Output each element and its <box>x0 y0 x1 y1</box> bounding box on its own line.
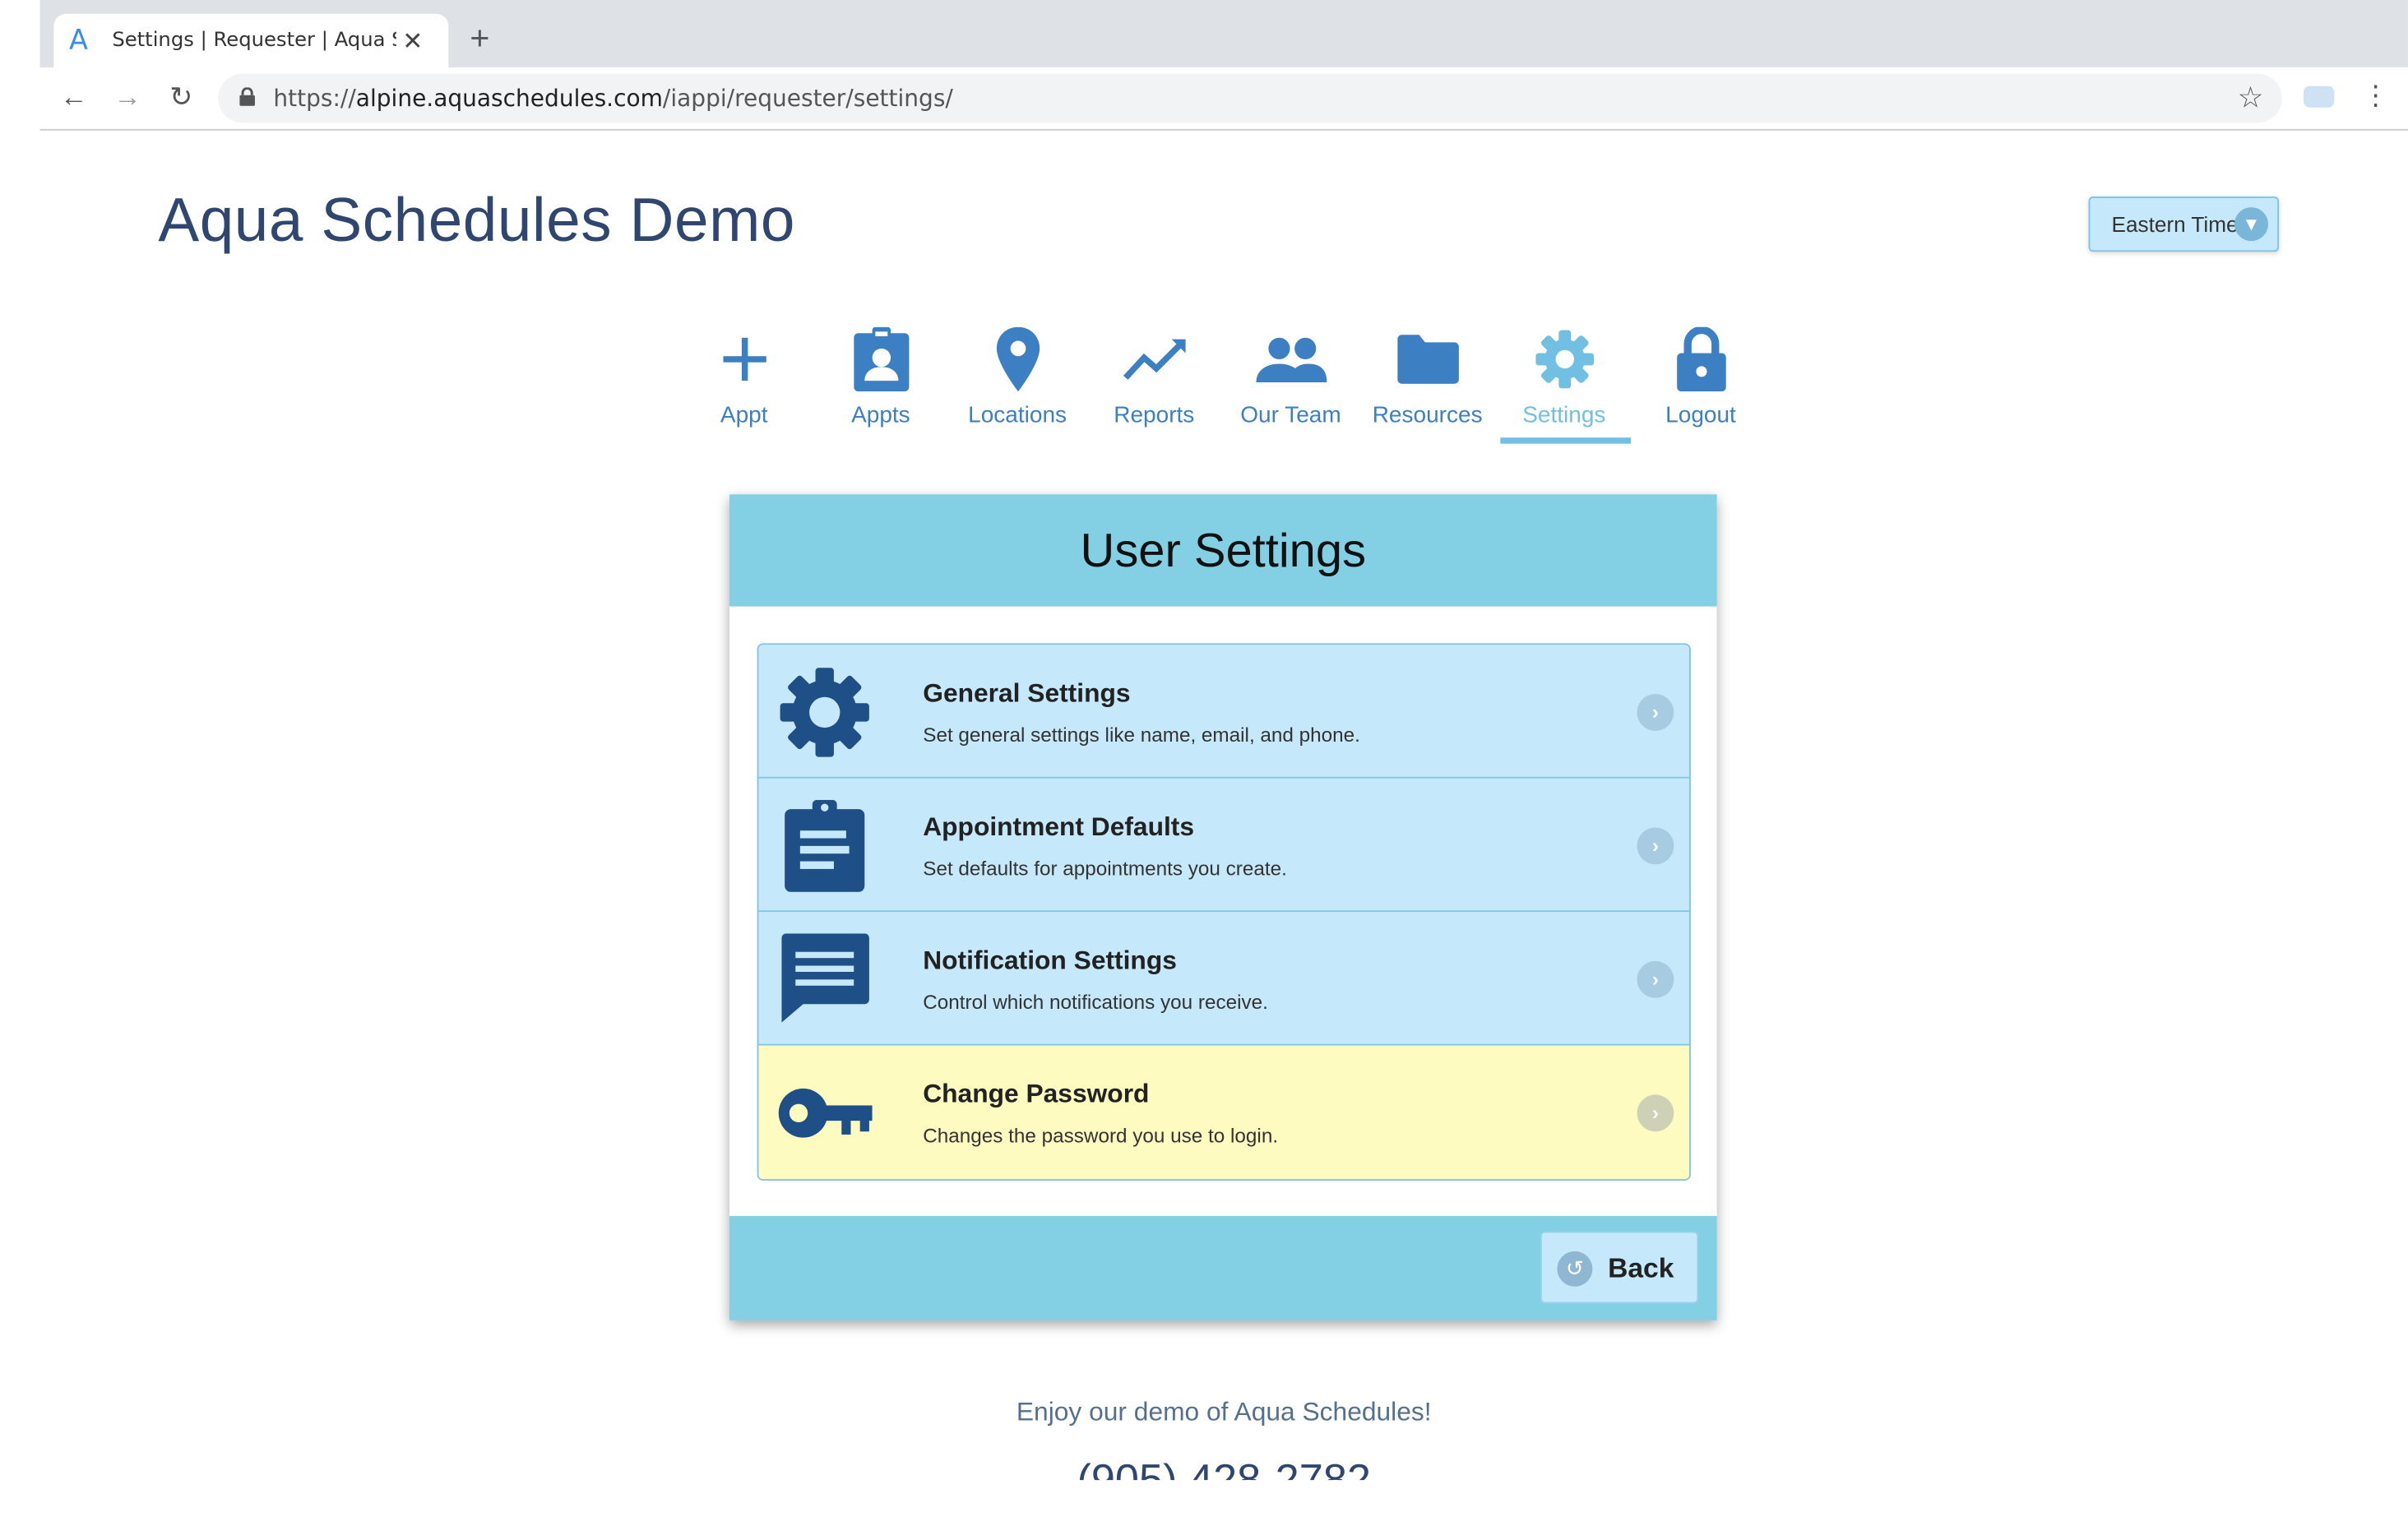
chevron-right-icon: › <box>1637 1094 1674 1132</box>
page-title: Aqua Schedules Demo <box>158 187 795 255</box>
url-host: alpine.aquaschedules.com <box>355 84 663 113</box>
nav-label: Appts <box>851 402 910 428</box>
nav-item-locations[interactable]: Locations <box>949 322 1086 428</box>
card-title: User Settings <box>1080 523 1367 578</box>
nav-label: Logout <box>1665 402 1736 428</box>
nav-item-settings[interactable]: Settings <box>1496 322 1632 428</box>
timezone-select[interactable]: Eastern Time ▼ <box>2088 197 2280 252</box>
row-title: General Settings <box>923 678 1131 708</box>
nav-label: Settings <box>1522 402 1606 428</box>
nav-label: Our Team <box>1240 402 1341 428</box>
badge-icon <box>813 322 949 396</box>
row-title: Change Password <box>923 1079 1150 1109</box>
general-settings-row[interactable]: General Settings Set general settings li… <box>758 645 1690 779</box>
address-bar[interactable]: https://alpine.aquaschedules.com/iappi/r… <box>218 73 2282 123</box>
chevron-right-icon: › <box>1637 960 1674 998</box>
people-icon <box>1222 322 1359 396</box>
user-settings-card: User Settings General Settings Set gener… <box>729 494 1717 1320</box>
nav-label: Resources <box>1372 402 1483 428</box>
folder-icon <box>1359 322 1496 396</box>
close-icon[interactable]: ✕ <box>402 25 423 56</box>
favicon-icon: A <box>69 23 89 57</box>
browser-toolbar: ← → ↻ https://alpine.aquaschedules.com/i… <box>39 67 2408 131</box>
back-arrow-icon[interactable]: ← <box>57 81 90 113</box>
footer-phone: (905) 428-2782 <box>0 1459 2408 1480</box>
gear-icon <box>780 668 869 757</box>
back-label: Back <box>1608 1252 1674 1284</box>
clipboard-icon <box>785 799 865 892</box>
undo-icon: ↺ <box>1557 1251 1593 1287</box>
forward-arrow-icon[interactable]: → <box>110 81 144 113</box>
row-title: Appointment Defaults <box>923 812 1195 842</box>
plus-icon <box>676 322 813 396</box>
chevron-right-icon: › <box>1637 694 1674 731</box>
new-tab-button[interactable]: + <box>470 21 489 55</box>
browser-tabstrip: A Settings | Requester | Aqua Schedules … <box>39 0 2408 68</box>
chevron-right-icon: › <box>1637 827 1674 865</box>
nav-item-reports[interactable]: Reports <box>1086 322 1222 428</box>
chevron-down-icon: ▼ <box>2234 207 2269 242</box>
lock-icon <box>239 87 255 106</box>
row-description: Set defaults for appointments you create… <box>923 856 1287 880</box>
card-footer: ↺ Back <box>729 1215 1717 1320</box>
url-scheme: https:// <box>273 84 356 113</box>
row-title: Notification Settings <box>923 946 1177 975</box>
card-header: User Settings <box>729 494 1717 607</box>
key-icon <box>778 1088 873 1138</box>
gear-icon <box>1496 322 1632 396</box>
map-pin-icon <box>949 322 1086 396</box>
url-path: /iappi/requester/settings/ <box>662 84 953 113</box>
footer-tagline: Enjoy our demo of Aqua Schedules! <box>1016 1397 1432 1427</box>
kebab-menu-icon[interactable]: ⋮ <box>2362 80 2390 112</box>
row-description: Changes the password you use to login. <box>923 1123 1279 1147</box>
nav-label: Reports <box>1114 402 1195 428</box>
timezone-label: Eastern Time <box>2111 211 2239 237</box>
settings-list: General Settings Set general settings li… <box>757 643 1691 1181</box>
chat-icon <box>781 933 869 1023</box>
nav-label: Locations <box>968 402 1067 428</box>
extension-icon[interactable] <box>2303 86 2335 108</box>
star-icon[interactable]: ☆ <box>2238 81 2264 117</box>
trend-line-icon <box>1086 322 1222 396</box>
browser-tab[interactable]: A Settings | Requester | Aqua Schedules … <box>53 13 449 68</box>
back-button[interactable]: ↺ Back <box>1540 1231 1699 1304</box>
nav-item-appts[interactable]: Appts <box>813 322 949 428</box>
nav-item-resources[interactable]: Resources <box>1359 322 1496 428</box>
nav-item-our-team[interactable]: Our Team <box>1222 322 1359 428</box>
active-tab-indicator <box>1500 437 1632 444</box>
notification-settings-row[interactable]: Notification Settings Control which noti… <box>758 912 1690 1046</box>
nav-item-logout[interactable]: Logout <box>1632 322 1769 428</box>
main-nav: Appt Appts Locations Reports Our Team Re… <box>676 322 1770 448</box>
url-text: https://alpine.aquaschedules.com/iappi/r… <box>273 85 953 113</box>
row-description: Set general settings like name, email, a… <box>923 723 1360 747</box>
reload-icon[interactable]: ↻ <box>164 81 198 113</box>
lock-icon <box>1632 322 1769 396</box>
row-description: Control which notifications you receive. <box>923 990 1268 1014</box>
tab-title: Settings | Requester | Aqua Schedules <box>112 29 396 53</box>
change-password-row[interactable]: Change Password Changes the password you… <box>758 1045 1690 1180</box>
nav-label: Appt <box>720 402 768 428</box>
appointment-defaults-row[interactable]: Appointment Defaults Set defaults for ap… <box>758 778 1690 913</box>
nav-item-appt[interactable]: Appt <box>676 322 813 428</box>
